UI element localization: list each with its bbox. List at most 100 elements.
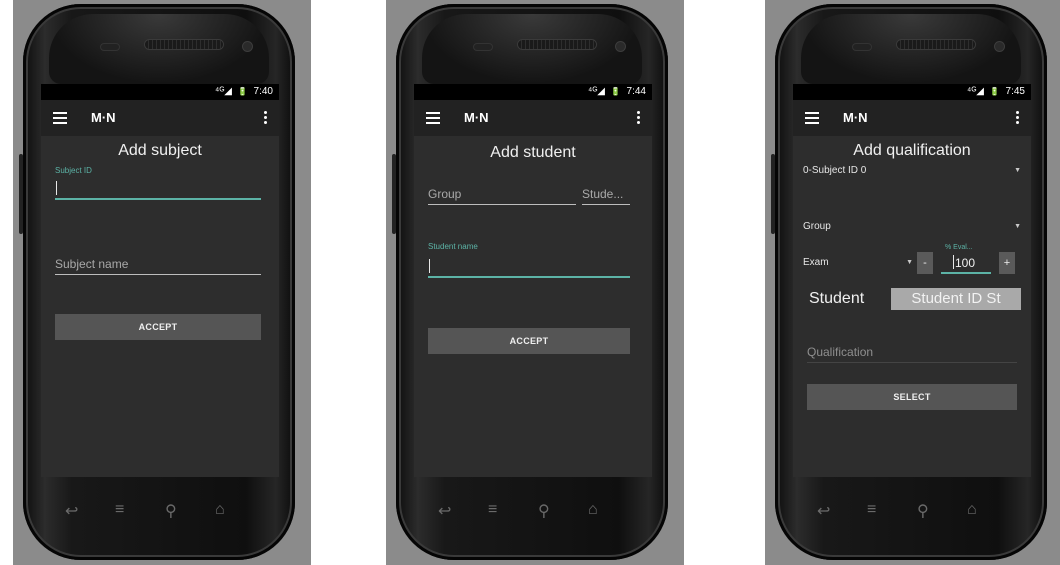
phone-device: ⁴ᴳ◢ 🔋 7:44 M·N Add student Group Stude..… [392, 4, 668, 560]
speaker-grille [518, 40, 596, 49]
menu-key-icon[interactable]: ≡ [115, 501, 124, 519]
volume-button [771, 154, 775, 234]
dropdown-arrow-icon: ▼ [1014, 223, 1021, 230]
nav-bar: ↩ ≡ ⚲ ⌂ [49, 491, 269, 531]
status-time: 7:40 [253, 86, 273, 97]
student-name-label: Student name [428, 242, 478, 251]
add-subject-form: Add subject Subject ID Subject name ACCE… [41, 136, 279, 477]
phone-frame-3: ⁴ᴳ◢ 🔋 7:45 M·N Add qualification 0-Subje… [765, 0, 1060, 565]
camera-icon [101, 44, 119, 50]
subject-name-field[interactable]: Subject name [55, 254, 261, 275]
app-bar: M·N [793, 100, 1031, 136]
screen: ⁴ᴳ◢ 🔋 7:40 M·N Add subject Subject ID Su… [41, 84, 279, 477]
menu-icon[interactable] [53, 112, 67, 124]
increment-button[interactable]: + [999, 252, 1015, 274]
exam-spinner-value: Exam [803, 257, 829, 268]
speaker-grille [897, 40, 975, 49]
status-time: 7:45 [1005, 86, 1025, 97]
search-icon[interactable]: ⚲ [917, 501, 929, 521]
subject-spinner[interactable]: 0-Subject ID 0 ▼ [803, 162, 1021, 180]
subject-id-label: Subject ID [55, 166, 92, 175]
back-icon[interactable]: ↩ [65, 501, 78, 521]
speaker-grille [145, 40, 223, 49]
status-bar: ⁴ᴳ◢ 🔋 7:45 [793, 84, 1031, 100]
status-time: 7:44 [626, 86, 646, 97]
signal-icon: ⁴ᴳ◢ [967, 86, 984, 97]
phone-device: ⁴ᴳ◢ 🔋 7:40 M·N Add subject Subject ID Su… [19, 4, 295, 560]
student-id-field[interactable]: Stude... [582, 184, 630, 205]
accept-button[interactable]: ACCEPT [428, 328, 630, 354]
subject-id-field[interactable] [55, 178, 261, 200]
menu-key-icon[interactable]: ≡ [867, 501, 876, 519]
overflow-menu-icon[interactable] [637, 111, 640, 125]
search-icon[interactable]: ⚲ [538, 501, 550, 521]
group-placeholder: Group [428, 187, 462, 201]
battery-icon: 🔋 [237, 87, 248, 96]
page-title: Add subject [118, 142, 202, 159]
add-qualification-form: Add qualification 0-Subject ID 0 ▼ Group… [793, 136, 1031, 477]
student-label: Student [809, 290, 865, 307]
qualification-field[interactable]: Qualification [807, 342, 1017, 363]
text-caret [56, 181, 57, 195]
battery-icon: 🔋 [610, 87, 621, 96]
home-icon[interactable]: ⌂ [588, 501, 598, 519]
overflow-menu-icon[interactable] [264, 111, 267, 125]
phone-top-bezel [49, 14, 269, 84]
subject-name-placeholder: Subject name [55, 257, 129, 271]
volume-button [392, 154, 396, 234]
phone-frame-2: ⁴ᴳ◢ 🔋 7:44 M·N Add student Group Stude..… [386, 0, 684, 565]
page-title: Add student [490, 144, 576, 161]
status-bar: ⁴ᴳ◢ 🔋 7:44 [414, 84, 652, 100]
menu-icon[interactable] [426, 112, 440, 124]
phone-top-bezel [422, 14, 642, 84]
decrement-button[interactable]: - [917, 252, 933, 274]
group-spinner[interactable]: Group ▼ [803, 218, 1021, 236]
home-icon[interactable]: ⌂ [215, 501, 225, 519]
exam-spinner[interactable]: Exam ▼ [803, 254, 913, 272]
camera-icon [853, 44, 871, 50]
nav-bar: ↩ ≡ ⚲ ⌂ [422, 491, 642, 531]
group-spinner-value: Group [803, 221, 831, 232]
page-title: Add qualification [853, 142, 971, 159]
phone-device: ⁴ᴳ◢ 🔋 7:45 M·N Add qualification 0-Subje… [771, 4, 1047, 560]
menu-icon[interactable] [805, 112, 819, 124]
sensor-icon [243, 42, 252, 51]
camera-icon [474, 44, 492, 50]
sensor-icon [995, 42, 1004, 51]
signal-icon: ⁴ᴳ◢ [215, 86, 232, 97]
student-name-field[interactable] [428, 256, 630, 278]
text-caret [429, 259, 430, 273]
subject-spinner-value: 0-Subject ID 0 [803, 165, 867, 176]
back-icon[interactable]: ↩ [438, 501, 451, 521]
phone-top-bezel [801, 14, 1021, 84]
app-title: M·N [464, 110, 489, 125]
menu-key-icon[interactable]: ≡ [488, 501, 497, 519]
overflow-menu-icon[interactable] [1016, 111, 1019, 125]
volume-button [19, 154, 23, 234]
signal-icon: ⁴ᴳ◢ [588, 86, 605, 97]
group-field[interactable]: Group [428, 184, 576, 205]
sensor-icon [616, 42, 625, 51]
screen: ⁴ᴳ◢ 🔋 7:44 M·N Add student Group Stude..… [414, 84, 652, 477]
dropdown-arrow-icon: ▼ [1014, 167, 1021, 174]
home-icon[interactable]: ⌂ [967, 501, 977, 519]
select-button[interactable]: SELECT [807, 384, 1017, 410]
eval-percent-value: 100 [955, 256, 976, 270]
search-icon[interactable]: ⚲ [165, 501, 177, 521]
status-bar: ⁴ᴳ◢ 🔋 7:40 [41, 84, 279, 100]
eval-label: % Eval... [945, 244, 973, 251]
student-id-placeholder: Stude... [582, 187, 624, 201]
app-title: M·N [843, 110, 868, 125]
text-caret [953, 255, 954, 269]
student-id-spinner[interactable]: Student ID St [891, 288, 1021, 310]
app-bar: M·N [414, 100, 652, 136]
app-bar: M·N [41, 100, 279, 136]
eval-percent-field[interactable]: 100 [941, 254, 991, 274]
dropdown-arrow-icon: ▼ [906, 259, 913, 266]
nav-bar: ↩ ≡ ⚲ ⌂ [801, 491, 1021, 531]
back-icon[interactable]: ↩ [817, 501, 830, 521]
accept-button[interactable]: ACCEPT [55, 314, 261, 340]
qualification-placeholder: Qualification [807, 345, 874, 359]
battery-icon: 🔋 [989, 87, 1000, 96]
add-student-form: Add student Group Stude... Student name … [414, 136, 652, 477]
